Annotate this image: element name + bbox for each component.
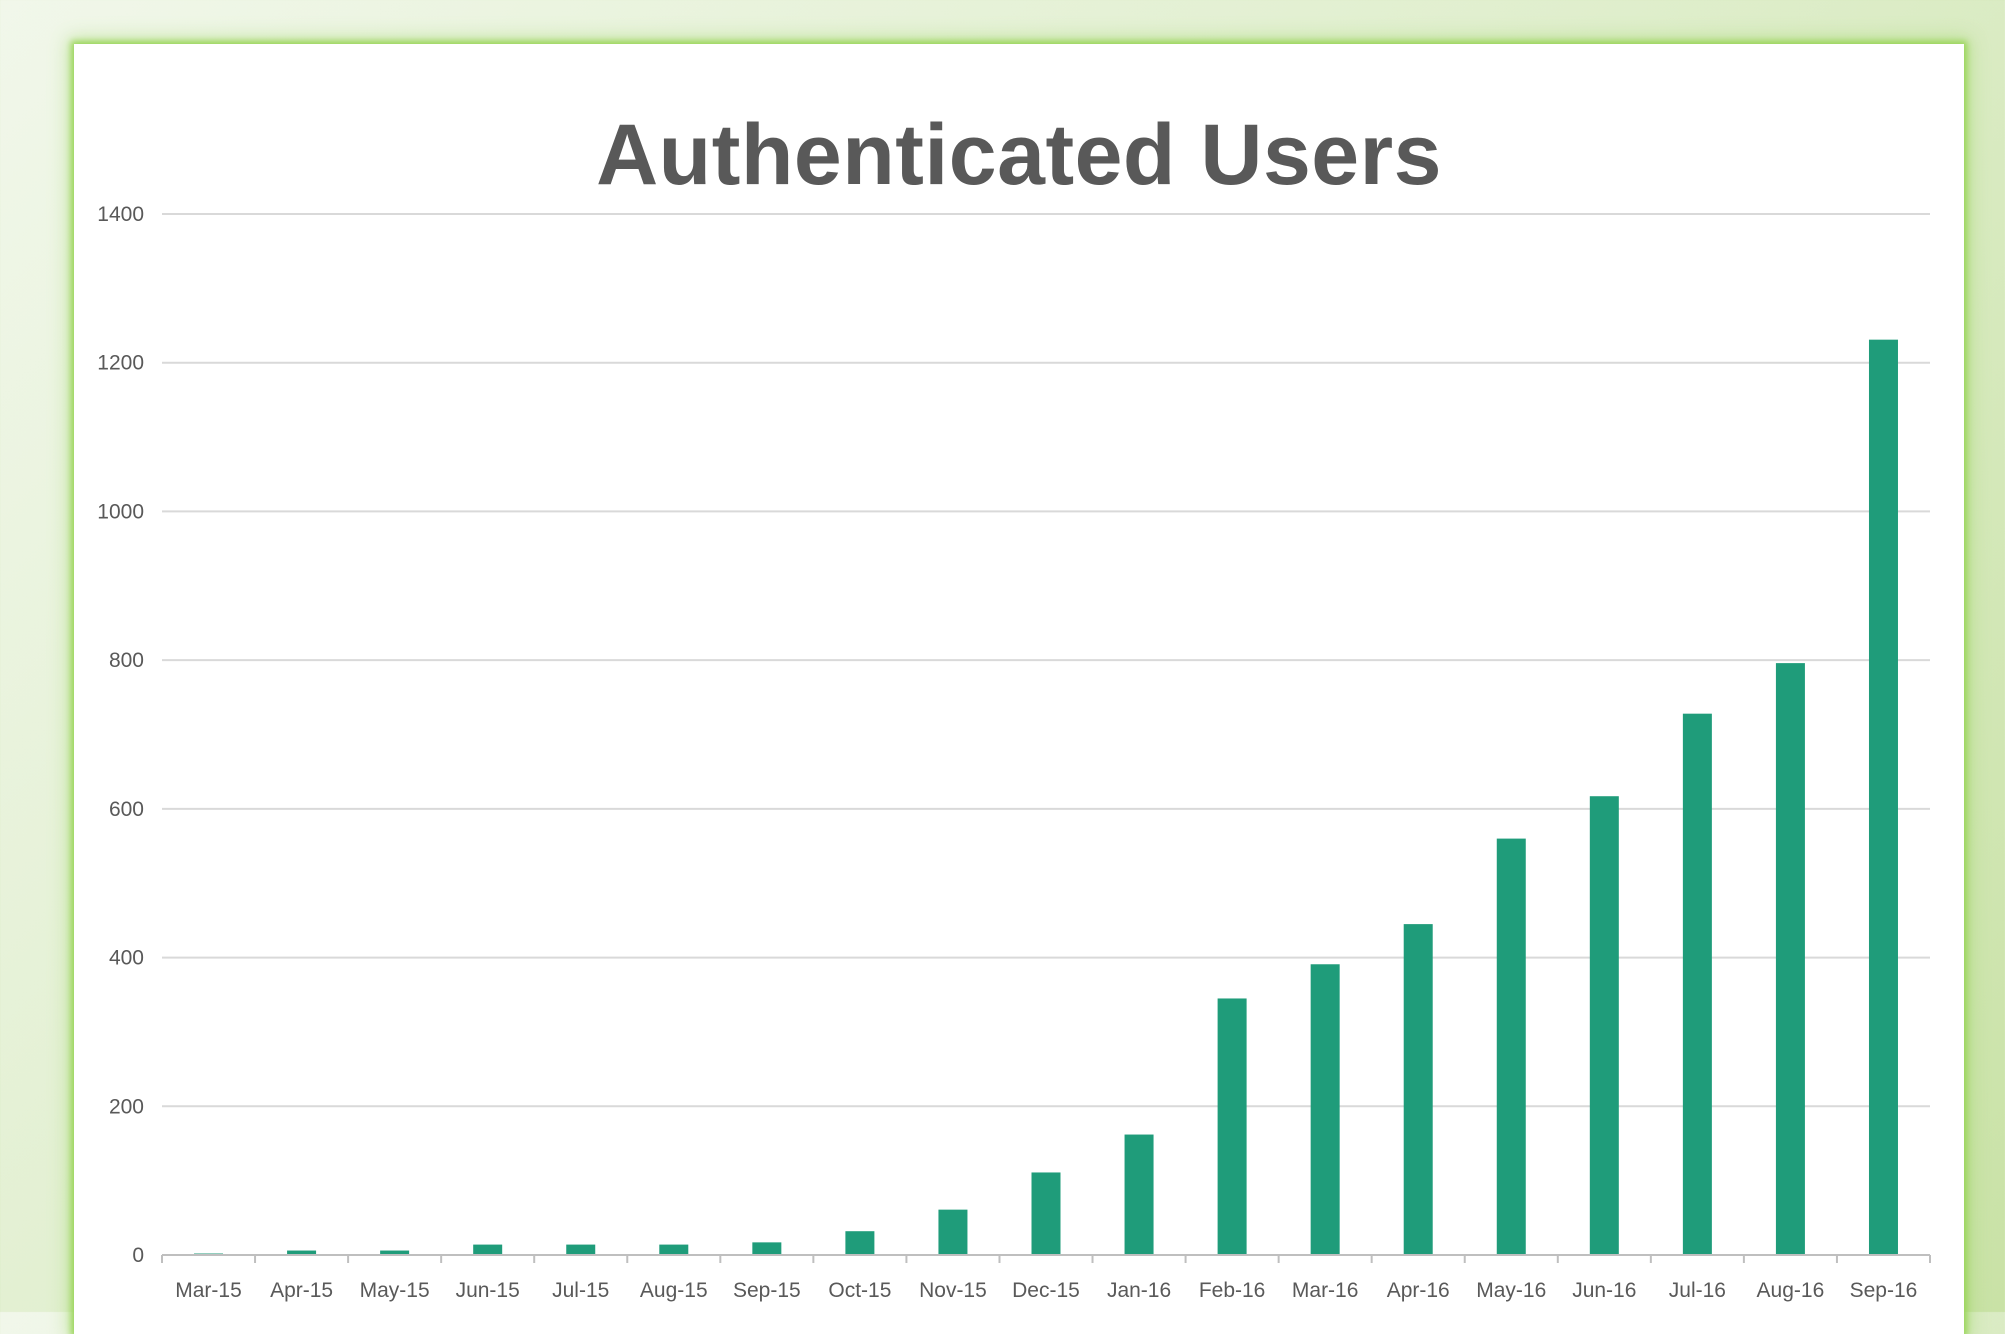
x-tick-label: Sep-15 <box>733 1279 801 1302</box>
x-tick-label: Dec-15 <box>1012 1279 1080 1302</box>
x-tick-label: Jun-16 <box>1572 1279 1636 1302</box>
y-tick-label: 0 <box>132 1244 144 1267</box>
x-tick-label: Aug-16 <box>1757 1279 1825 1302</box>
x-tick-label: Nov-15 <box>919 1279 987 1302</box>
bar <box>1682 713 1712 1255</box>
y-tick-label: 1000 <box>97 500 144 523</box>
bar-chart: 0200400600800100012001400 Mar-15 Apr-15 Ma… <box>97 203 1931 1302</box>
y-tick-label: 800 <box>109 649 144 672</box>
x-tick-label: Oct-15 <box>828 1279 891 1302</box>
x-tick-label: Jul-16 <box>1669 1279 1726 1302</box>
bar <box>1217 998 1247 1255</box>
bar <box>1031 1172 1061 1255</box>
bar <box>1868 339 1898 1255</box>
chart-card: Authenticated Users 0 200 400 600 800 1000 120… <box>74 44 1964 1334</box>
bars <box>194 339 1898 1255</box>
x-tick-label: Jun-15 <box>456 1279 520 1302</box>
bar <box>1403 924 1433 1255</box>
x-tick-label: Aug-15 <box>640 1279 708 1302</box>
y-tick-label: 1400 <box>97 203 144 226</box>
x-tick-label: May-15 <box>360 1279 430 1302</box>
y-tick-label: 200 <box>109 1095 144 1118</box>
x-tick-label: Apr-15 <box>270 1279 333 1302</box>
bar <box>752 1242 782 1255</box>
y-axis-ticks: 0 200 400 600 800 1000 1200 1400 <box>97 203 144 1267</box>
y-tick-label: 1200 <box>97 352 144 375</box>
x-tick-label: Mar-15 <box>175 1279 242 1302</box>
bar <box>845 1231 875 1255</box>
bar <box>566 1244 596 1255</box>
x-tick-label: Feb-16 <box>1199 1279 1266 1302</box>
x-axis-ticks: Mar-15 Apr-15 May-15 Jun-15 Jul-15 Aug-15 Sep-… <box>175 1279 1917 1302</box>
x-tick-label: Jan-16 <box>1107 1279 1171 1302</box>
bar <box>1310 964 1340 1255</box>
y-tick-label: 600 <box>109 798 144 821</box>
x-tick-label: Mar-16 <box>1292 1279 1359 1302</box>
gridlines <box>162 213 1930 1108</box>
x-tick-label: Apr-16 <box>1387 1279 1450 1302</box>
bar <box>473 1244 503 1255</box>
bar <box>1496 838 1526 1255</box>
bar <box>1775 663 1805 1255</box>
x-tick-label: Sep-16 <box>1850 1279 1918 1302</box>
x-axis <box>161 1254 1931 1263</box>
bar <box>1589 796 1619 1255</box>
bar <box>1124 1134 1154 1255</box>
y-tick-label: 400 <box>109 947 144 970</box>
x-tick-label: May-16 <box>1476 1279 1546 1302</box>
bar <box>659 1244 689 1255</box>
bar <box>938 1209 968 1255</box>
x-tick-label: Jul-15 <box>552 1279 609 1302</box>
